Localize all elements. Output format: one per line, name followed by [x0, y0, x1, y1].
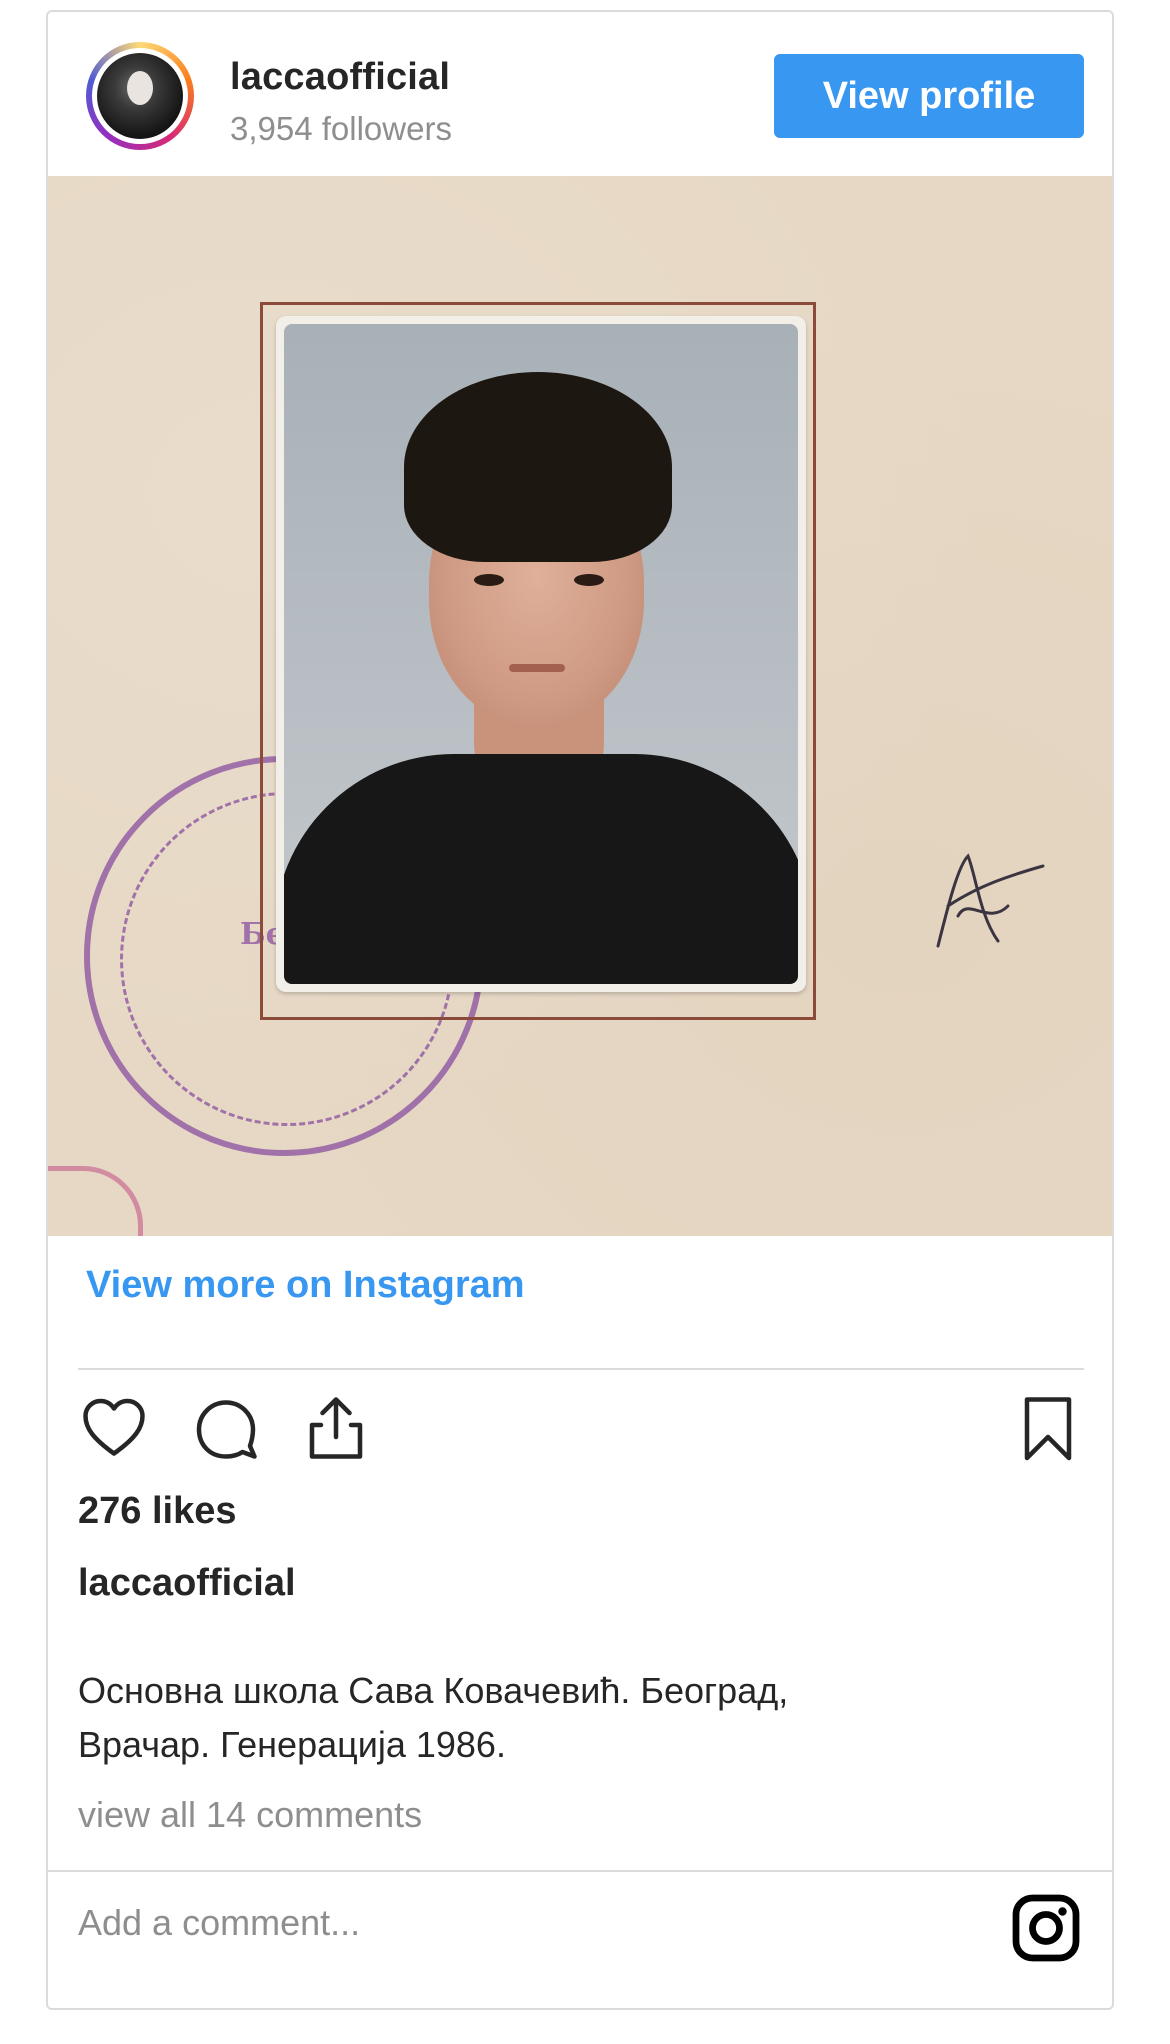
header-username[interactable]: laccaofficial — [230, 56, 450, 99]
post-photo[interactable]: Бео — [48, 176, 1112, 1236]
view-profile-button[interactable]: View profile — [774, 54, 1084, 138]
caption-line-2: Врачар. Генерација 1986. — [78, 1724, 506, 1765]
divider — [48, 1870, 1112, 1872]
heart-icon[interactable] — [78, 1392, 150, 1464]
share-icon[interactable] — [300, 1392, 372, 1464]
partial-stamp — [48, 1166, 143, 1236]
like-count[interactable]: 276 likes — [78, 1490, 236, 1533]
add-comment-input[interactable]: Add a comment... — [78, 1902, 360, 1944]
follower-count: 3,954 followers — [230, 110, 452, 147]
id-portrait-photo — [276, 316, 806, 992]
divider — [78, 1368, 1084, 1370]
instagram-logo-icon[interactable] — [1010, 1892, 1082, 1964]
avatar-image — [97, 53, 183, 139]
bookmark-icon[interactable] — [1012, 1392, 1084, 1464]
post-header: laccaofficial 3,954 followers View profi… — [48, 12, 1112, 176]
caption-username[interactable]: laccaofficial — [78, 1562, 296, 1605]
view-more-on-instagram-link[interactable]: View more on Instagram — [86, 1264, 525, 1307]
signature-mark — [936, 853, 1045, 948]
caption-line-1: Основна школа Сава Ковачевић. Београд, — [78, 1670, 789, 1711]
comment-icon[interactable] — [190, 1392, 262, 1464]
action-bar — [78, 1392, 1084, 1468]
post-caption: Основна школа Сава Ковачевић. Београд, В… — [78, 1664, 1058, 1772]
avatar[interactable] — [86, 42, 194, 150]
view-all-comments-link[interactable]: view all 14 comments — [78, 1794, 422, 1836]
instagram-embed-card: laccaofficial 3,954 followers View profi… — [46, 10, 1114, 2010]
